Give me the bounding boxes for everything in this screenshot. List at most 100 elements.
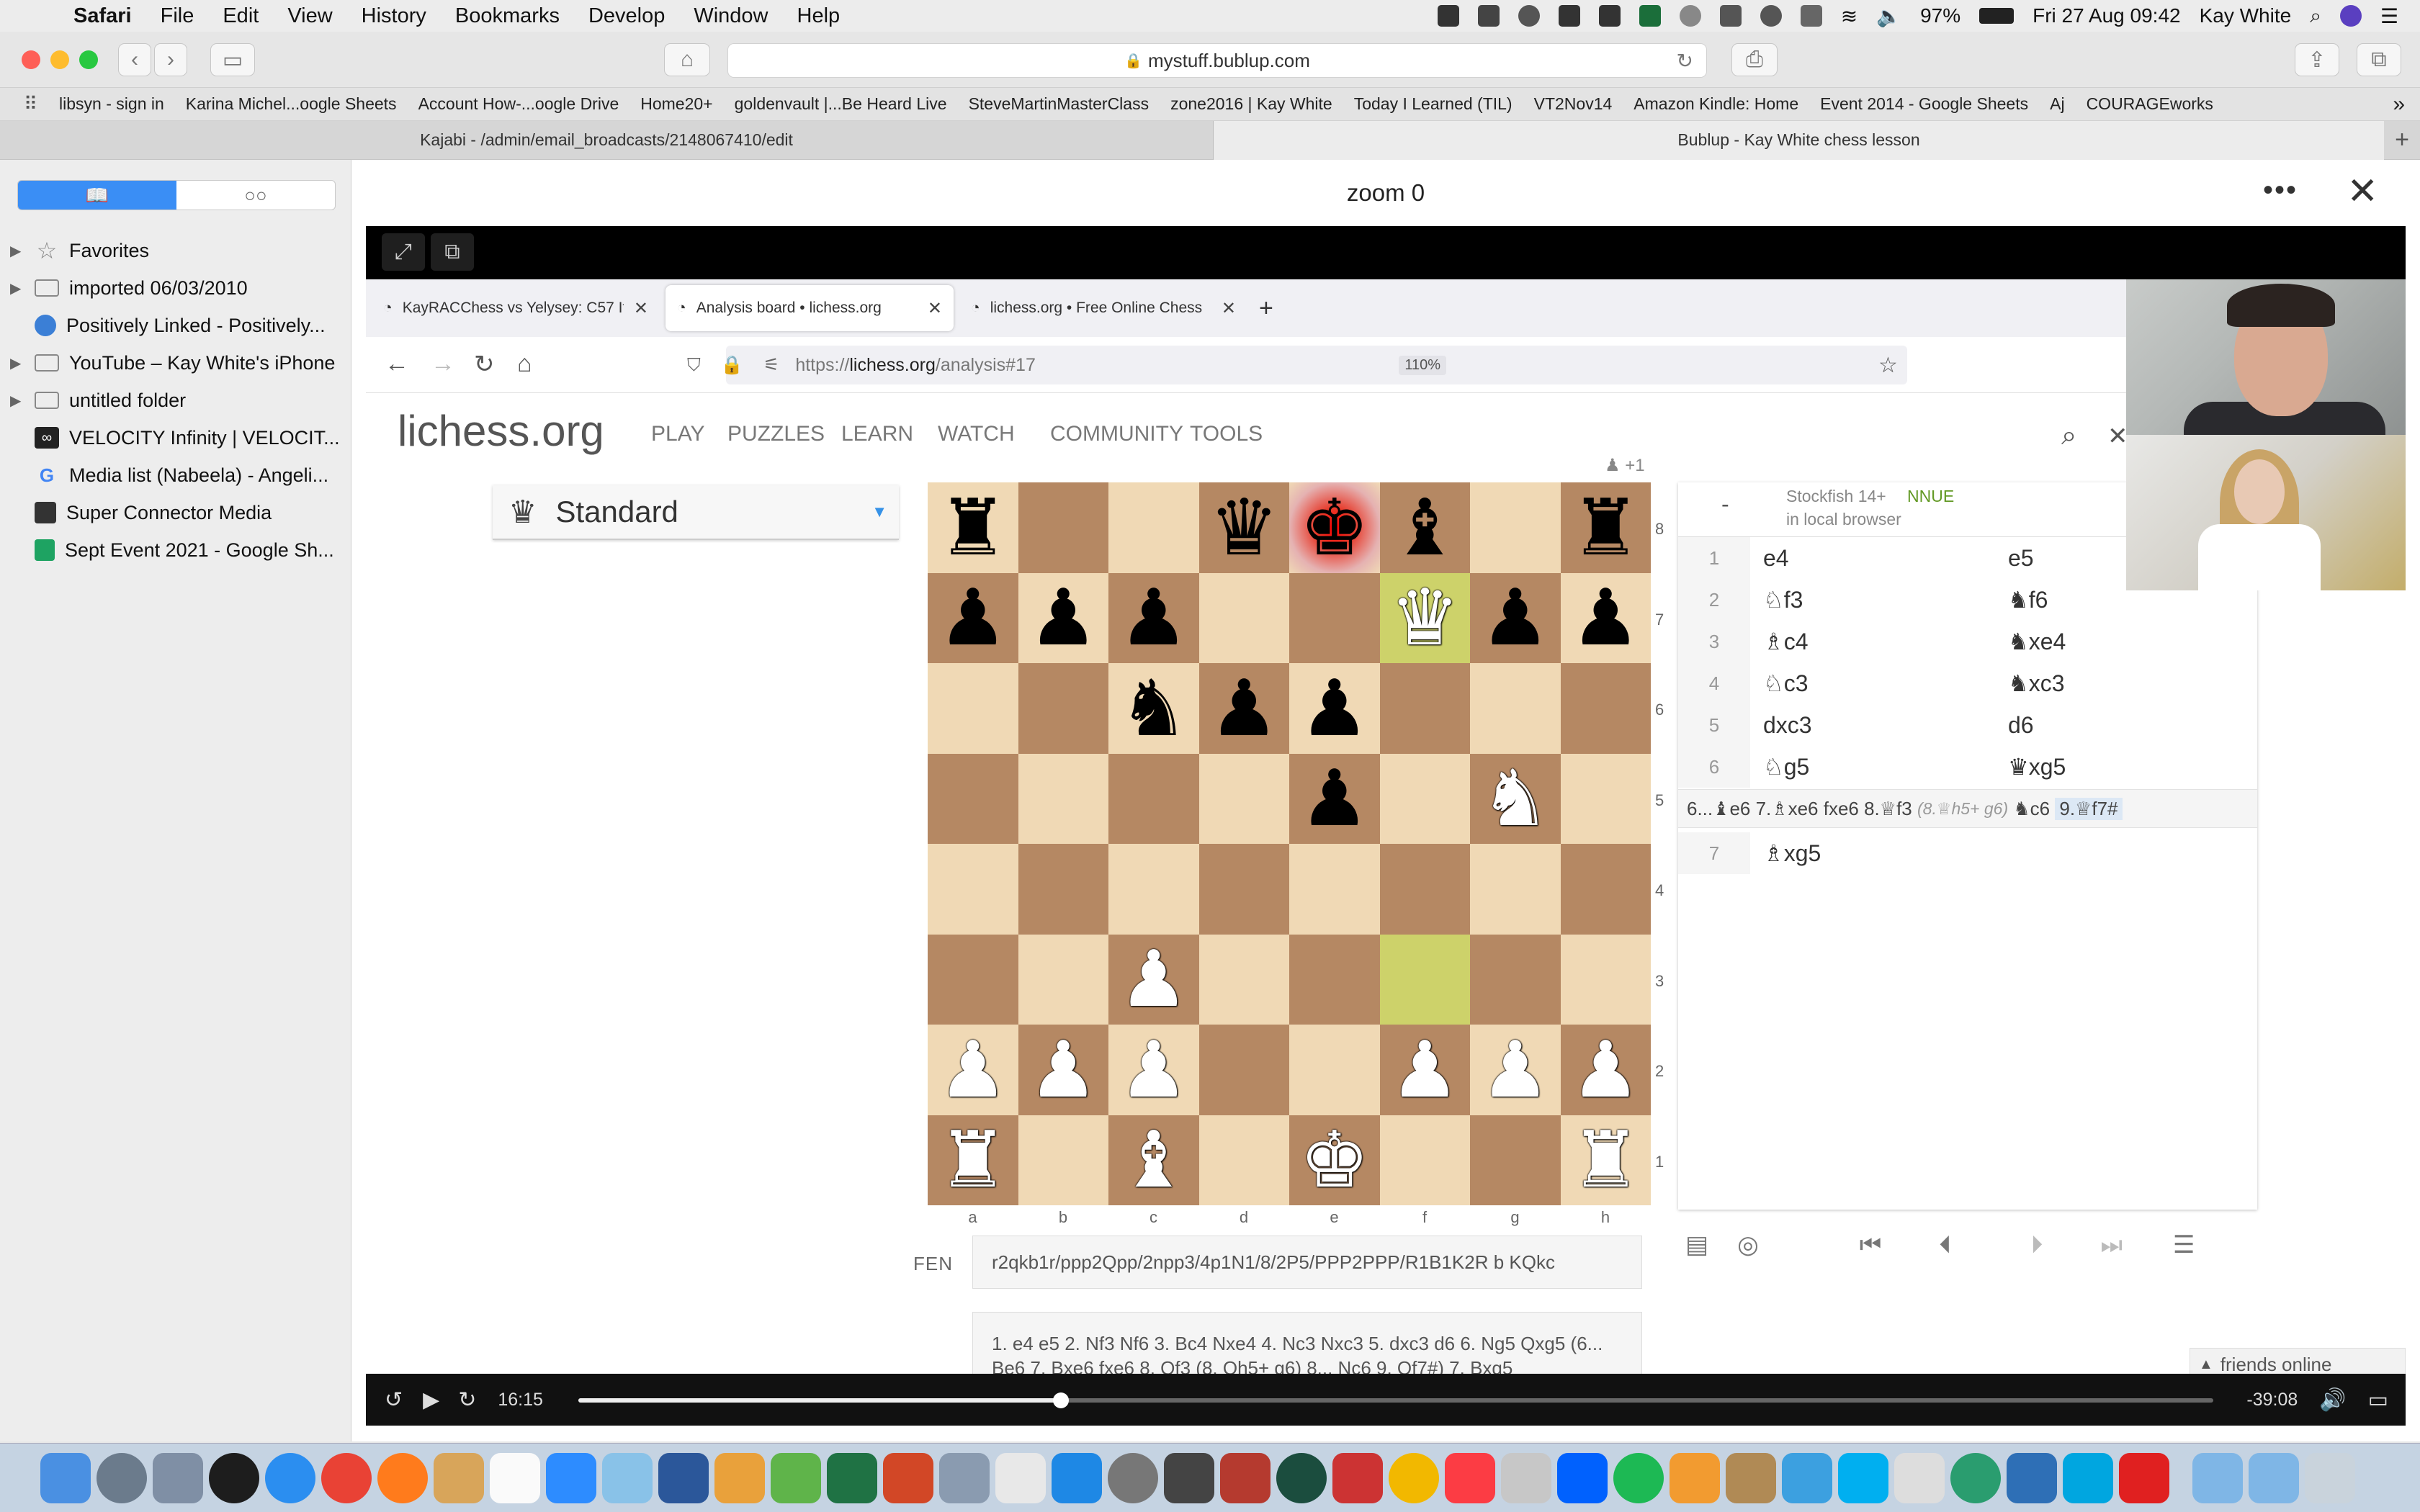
lichess-logo[interactable]: lichess.org <box>398 406 604 456</box>
menu-bookmarks[interactable]: Bookmarks <box>441 4 574 28</box>
board-square-b7[interactable]: ♟ <box>1018 572 1108 663</box>
disclosure-triangle-icon[interactable]: ▶ <box>10 392 27 410</box>
menu-history[interactable]: History <box>347 4 441 28</box>
acrobat-icon[interactable] <box>2119 1452 2169 1503</box>
variation-end[interactable]: ♞c6 <box>2013 798 2050 820</box>
black-move[interactable]: ♞xc3 <box>1995 670 2240 697</box>
white-pawn-icon[interactable]: ♟ <box>938 1030 1008 1109</box>
back-arrow-icon[interactable]: ← <box>385 350 409 378</box>
board-square-d4[interactable] <box>1198 844 1289 935</box>
board-square-f8[interactable]: ♝ <box>1379 482 1470 573</box>
board-square-f6[interactable] <box>1379 663 1470 754</box>
folder-icon[interactable] <box>2249 1452 2299 1503</box>
black-pawn-icon[interactable]: ♟ <box>1299 669 1369 747</box>
board-square-h1[interactable]: ♜ <box>1560 1115 1651 1205</box>
tab-kajabi[interactable]: Kajabi - /admin/email_broadcasts/2148067… <box>0 121 1213 160</box>
notes-icon[interactable] <box>434 1452 484 1503</box>
app-icon[interactable] <box>1501 1452 1551 1503</box>
white-move[interactable]: dxc3 <box>1750 712 1995 739</box>
bookmark-item[interactable]: libsyn - sign in <box>48 94 175 114</box>
board-square-h8[interactable]: ♜ <box>1560 482 1651 573</box>
dictionary-icon[interactable] <box>1220 1452 1270 1503</box>
black-move[interactable]: ♛xg5 <box>1995 753 2240 780</box>
white-move[interactable]: ♗xg5 <box>1750 840 1995 867</box>
board-square-f5[interactable] <box>1379 753 1470 844</box>
bookmark-item[interactable]: Karina Michel...oogle Sheets <box>175 94 408 114</box>
calendar-icon[interactable] <box>490 1452 540 1503</box>
board-square-f3[interactable] <box>1379 934 1470 1025</box>
board-square-b4[interactable] <box>1018 844 1108 935</box>
board-square-g4[interactable] <box>1470 844 1561 935</box>
siri-icon[interactable] <box>2339 5 2362 27</box>
board-square-b6[interactable] <box>1018 663 1108 754</box>
black-rook-icon[interactable]: ♜ <box>1571 488 1641 567</box>
sidebar-item-imported[interactable]: ▶ imported 06/03/2010 <box>0 269 351 307</box>
black-bishop-icon[interactable]: ♝ <box>1390 488 1460 567</box>
sidebar-item-positively-linked[interactable]: Positively Linked - Positively... <box>0 307 351 344</box>
fen-input[interactable]: r2qkb1r/ppp2Qpp/2npp3/4p1N1/8/2P5/PPP2PP… <box>972 1236 1642 1289</box>
sidebar-item-untitled-folder[interactable]: ▶ untitled folder <box>0 382 351 419</box>
board-square-h4[interactable] <box>1560 844 1651 935</box>
more-options-icon[interactable]: ••• <box>2263 174 2298 207</box>
sync-icon[interactable] <box>1518 5 1540 27</box>
board-square-g2[interactable]: ♟ <box>1470 1025 1561 1115</box>
board-square-c6[interactable]: ♞ <box>1108 663 1199 754</box>
bookmark-item[interactable]: VT2Nov14 <box>1523 94 1623 114</box>
notification-center-icon[interactable]: ☰ <box>2380 4 2398 28</box>
skype-icon[interactable] <box>1838 1452 1888 1503</box>
new-tab-button[interactable]: + <box>2384 121 2420 160</box>
lichess-app-icon[interactable] <box>1894 1452 1945 1503</box>
board-square-c3[interactable]: ♟ <box>1108 934 1199 1025</box>
share-button[interactable]: ⇪ <box>2295 43 2339 76</box>
variation-last[interactable]: 9.♕f7# <box>2055 797 2123 820</box>
white-rook-icon[interactable]: ♜ <box>938 1121 1008 1199</box>
board-square-a5[interactable] <box>928 753 1018 844</box>
pgn-textarea[interactable]: 1. e4 e5 2. Nf3 Nf6 3. Bc4 Nxe4 4. Nc3 N… <box>972 1312 1642 1374</box>
chrome-icon[interactable] <box>321 1452 372 1503</box>
user-name[interactable]: Kay White <box>2200 4 2292 27</box>
white-move[interactable]: ♘c3 <box>1750 670 1995 697</box>
black-pawn-icon[interactable]: ♟ <box>1028 579 1098 657</box>
board-square-f2[interactable]: ♟ <box>1379 1025 1470 1115</box>
nav-community[interactable]: COMMUNITY <box>1050 422 1183 446</box>
white-pawn-icon[interactable]: ♟ <box>1119 1030 1188 1109</box>
board-square-c8[interactable] <box>1108 482 1199 573</box>
picture-in-picture-icon[interactable]: ⧉ <box>431 233 474 271</box>
battery-percent[interactable]: 97% <box>1920 4 1960 27</box>
white-king-icon[interactable]: ♚ <box>1299 1121 1369 1199</box>
board-square-e4[interactable] <box>1289 844 1380 935</box>
app-icon[interactable] <box>939 1452 990 1503</box>
board-square-e2[interactable] <box>1289 1025 1380 1115</box>
white-rook-icon[interactable]: ♜ <box>1571 1121 1641 1199</box>
board-square-e6[interactable]: ♟ <box>1289 663 1380 754</box>
bookmark-item[interactable]: zone2016 | Kay White <box>1160 94 1343 114</box>
rewind-15-icon[interactable]: ↺ <box>385 1387 403 1413</box>
datetime[interactable]: Fri 27 Aug 09:42 <box>2033 4 2180 27</box>
disclosure-triangle-icon[interactable]: ▶ <box>10 354 27 372</box>
board-square-f4[interactable] <box>1379 844 1470 935</box>
board-square-c4[interactable] <box>1108 844 1199 935</box>
bookmark-item[interactable]: SteveMartinMasterClass <box>958 94 1160 114</box>
first-move-icon[interactable]: ⏮ <box>1860 1231 1882 1259</box>
bookmark-item[interactable]: goldenvault |...Be Heard Live <box>724 94 958 114</box>
spotify-icon[interactable] <box>1613 1452 1664 1503</box>
board-square-d7[interactable] <box>1198 572 1289 663</box>
trash-icon[interactable] <box>2305 1452 2355 1503</box>
board-square-b3[interactable] <box>1018 934 1108 1025</box>
cloud-icon[interactable] <box>1679 5 1701 27</box>
close-tab-icon[interactable]: ✕ <box>1222 298 1236 319</box>
bookmark-item[interactable]: Home20+ <box>629 94 723 114</box>
app-icon[interactable] <box>602 1452 653 1503</box>
forward-button[interactable]: › <box>154 43 187 76</box>
board-square-f1[interactable] <box>1379 1115 1470 1205</box>
sonos-icon[interactable] <box>1726 1452 1776 1503</box>
board-square-d3[interactable] <box>1198 934 1289 1025</box>
board-square-d2[interactable] <box>1198 1025 1289 1115</box>
bluetooth-icon[interactable] <box>1800 5 1822 27</box>
zoom-level[interactable]: 110% <box>1399 355 1446 375</box>
black-rook-icon[interactable]: ♜ <box>938 488 1008 567</box>
back-button[interactable]: ‹ <box>118 43 151 76</box>
app-icon[interactable] <box>1332 1452 1383 1503</box>
board-square-g7[interactable]: ♟ <box>1470 572 1561 663</box>
target-icon[interactable]: ◎ <box>1737 1230 1759 1259</box>
